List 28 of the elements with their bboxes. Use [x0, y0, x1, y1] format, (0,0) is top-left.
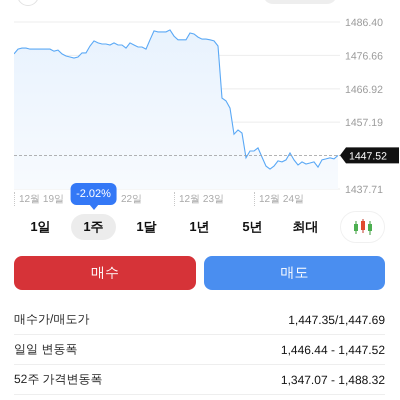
axis-label: 1466.92: [345, 84, 383, 96]
stat-label: 매수가/매도가: [14, 311, 90, 328]
chart-type-button[interactable]: [340, 211, 385, 243]
range-tab[interactable]: 1달: [124, 214, 169, 240]
date-label: 12월 23일: [179, 194, 224, 206]
tooltip-pointer-icon: [88, 204, 98, 211]
stat-value: 1,447.35/1,447.69: [288, 312, 385, 326]
change-tooltip: -2.02%: [70, 183, 117, 205]
axis-label: 1457.19: [345, 117, 383, 130]
range-tab[interactable]: 1주: [71, 214, 116, 240]
price-badge-background: [340, 147, 399, 164]
stat-label: 52주 가격변동폭: [14, 371, 103, 388]
axis-label: 1486.40: [345, 17, 383, 29]
date-label: 12월 19일: [19, 194, 64, 206]
current-price-label: 1447.52: [349, 150, 387, 162]
stat-value: 1,347.07 - 1,488.32: [280, 372, 385, 386]
date-label: 22일: [121, 194, 142, 206]
buy-button[interactable]: 매수: [14, 256, 196, 290]
axis-label: 1437.71: [345, 184, 383, 196]
range-tab[interactable]: 1년: [177, 214, 222, 240]
range-tab[interactable]: 1일: [18, 214, 63, 240]
range-tab[interactable]: 5년: [230, 214, 275, 240]
axis-label: 1476.66: [345, 50, 383, 62]
candlestick-icon: [352, 218, 374, 236]
range-tab[interactable]: 최대: [283, 214, 328, 240]
stat-label: 일일 변동폭: [14, 341, 78, 358]
date-label: 12월 24일: [259, 194, 304, 206]
stat-value: 1,446.44 - 1,447.52: [280, 342, 385, 356]
